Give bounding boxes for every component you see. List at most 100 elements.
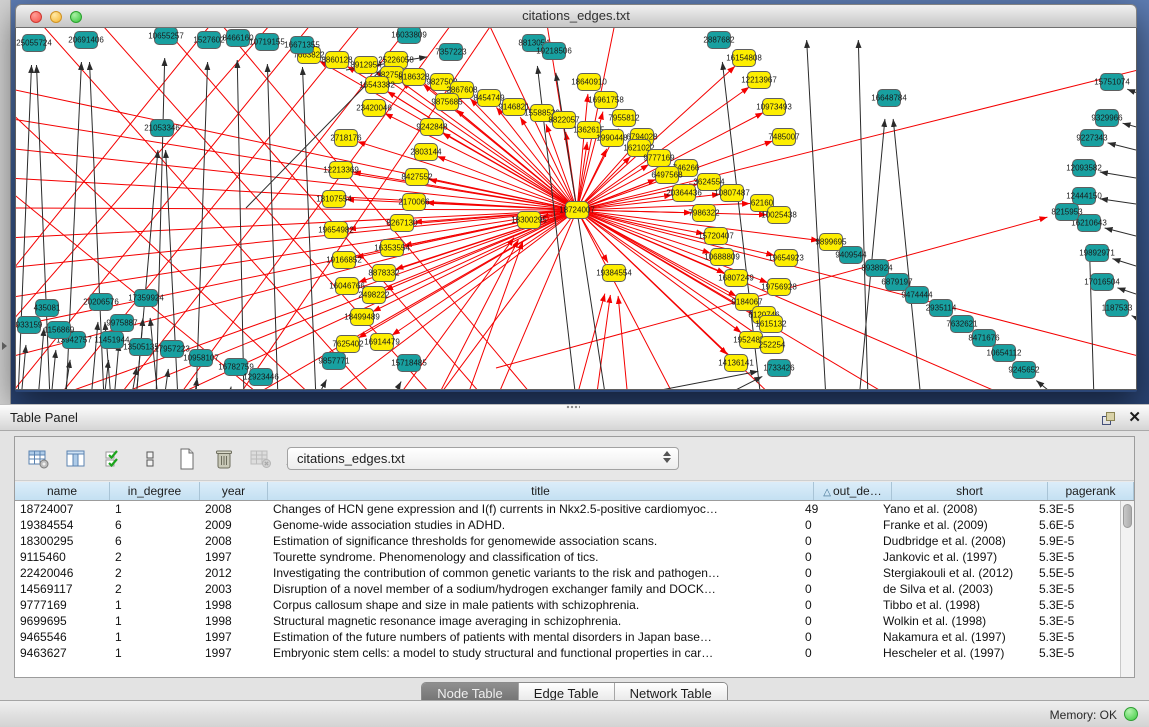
table-row[interactable]: 1830029562008Estimation of significance … bbox=[15, 533, 1120, 549]
graph-node[interactable]: 252254 bbox=[759, 337, 786, 354]
graph-node[interactable]: 15718485 bbox=[391, 355, 427, 372]
close-panel-icon[interactable]: ✕ bbox=[1128, 409, 1141, 427]
graph-node[interactable]: 435081 bbox=[34, 300, 61, 317]
table-row[interactable]: 911546021997Tourette syndrome. Phenomeno… bbox=[15, 549, 1120, 565]
graph-node[interactable]: 6497568 bbox=[651, 167, 683, 184]
graph-node[interactable]: 7485007 bbox=[768, 129, 800, 146]
float-panel-icon[interactable] bbox=[1101, 411, 1116, 426]
graph-node[interactable]: 8427552 bbox=[401, 169, 433, 186]
graph-node[interactable]: 25226058 bbox=[378, 52, 414, 69]
graph-node[interactable]: 1527602 bbox=[193, 32, 225, 49]
graph-node[interactable]: 20691406 bbox=[68, 32, 104, 49]
graph-node[interactable]: 1615132 bbox=[755, 316, 787, 333]
graph-node[interactable]: 8186328 bbox=[398, 69, 430, 86]
row-height-icon[interactable] bbox=[138, 447, 162, 471]
graph-node[interactable]: 10719155 bbox=[249, 34, 285, 51]
graph-node[interactable]: 12444150 bbox=[1066, 188, 1102, 205]
network-nodes[interactable]: 1872400776638228860128891295425226058982… bbox=[16, 28, 1133, 386]
graph-node[interactable]: 2935114 bbox=[926, 300, 957, 317]
graph-node[interactable]: 19756928 bbox=[761, 279, 797, 296]
graph-node[interactable]: 9245652 bbox=[1008, 362, 1040, 379]
graph-node[interactable]: 9875685 bbox=[431, 94, 463, 111]
table-row[interactable]: 969969511998Structural magnetic resonanc… bbox=[15, 613, 1120, 629]
table-row[interactable]: 1872400712008Changes of HCN gene express… bbox=[15, 501, 1120, 517]
graph-node[interactable]: 2887682 bbox=[703, 32, 735, 49]
graph-node[interactable]: 14136141 bbox=[718, 355, 754, 372]
graph-node[interactable]: 7632621 bbox=[946, 316, 978, 333]
graph-node[interactable]: 10654112 bbox=[987, 345, 1023, 362]
network-canvas[interactable]: 1872400776638228860128891295425226058982… bbox=[15, 28, 1137, 390]
graph-node[interactable]: 7625402 bbox=[332, 336, 364, 353]
citation-network-graph[interactable]: 1872400776638228860128891295425226058982… bbox=[16, 28, 1136, 390]
column-header-year[interactable]: year bbox=[200, 482, 268, 500]
create-table-icon[interactable] bbox=[175, 447, 199, 471]
close-window-button[interactable] bbox=[30, 11, 42, 23]
graph-node[interactable]: 16033809 bbox=[391, 28, 427, 44]
graph-node[interactable]: 16961758 bbox=[588, 92, 624, 109]
graph-node[interactable]: 18107554 bbox=[316, 191, 352, 208]
graph-node[interactable]: 25055724 bbox=[16, 35, 52, 52]
graph-node[interactable]: 8471676 bbox=[968, 330, 1000, 347]
graph-node[interactable]: 9777169 bbox=[643, 150, 675, 167]
graph-node[interactable]: 1156869 bbox=[44, 322, 75, 339]
column-header-name[interactable]: name bbox=[15, 482, 110, 500]
table-row[interactable]: 2242004622012Investigating the contribut… bbox=[15, 565, 1120, 581]
graph-node[interactable]: 19654923 bbox=[768, 250, 804, 267]
graph-node[interactable]: 16648784 bbox=[871, 90, 907, 107]
graph-node[interactable]: 15751074 bbox=[1094, 74, 1130, 91]
table-vertical-scrollbar[interactable] bbox=[1120, 501, 1134, 677]
column-header-in_degree[interactable]: in_degree bbox=[110, 482, 200, 500]
scrollbar-thumb[interactable] bbox=[1123, 504, 1132, 528]
column-header-out_de[interactable]: △out_de… bbox=[814, 482, 892, 500]
column-header-short[interactable]: short bbox=[892, 482, 1048, 500]
graph-node[interactable]: 8267130 bbox=[386, 215, 418, 232]
graph-node[interactable]: 2170066 bbox=[398, 194, 430, 211]
table-row[interactable]: 946362711997Embryonic stem cells: a mode… bbox=[15, 645, 1120, 661]
graph-node[interactable]: 16353554 bbox=[374, 240, 410, 257]
graph-node[interactable]: 1187533 bbox=[1102, 300, 1133, 317]
graph-node[interactable]: 12213967 bbox=[741, 72, 777, 89]
graph-node[interactable]: 9474444 bbox=[901, 287, 933, 304]
graph-node[interactable]: 15720407 bbox=[698, 228, 734, 245]
graph-node[interactable]: 9227343 bbox=[1076, 130, 1108, 147]
graph-node[interactable]: 19892971 bbox=[1079, 245, 1115, 262]
graph-node[interactable]: 20206576 bbox=[83, 294, 119, 311]
minimize-window-button[interactable] bbox=[50, 11, 62, 23]
delete-rows-icon[interactable] bbox=[212, 447, 236, 471]
table-mode-icon[interactable] bbox=[27, 447, 51, 471]
graph-node[interactable]: 9242848 bbox=[416, 119, 448, 136]
memory-ok-indicator-icon[interactable] bbox=[1124, 707, 1138, 721]
graph-node[interactable]: 9329966 bbox=[1091, 110, 1123, 127]
graph-node[interactable]: 20364436 bbox=[666, 185, 702, 202]
table-row[interactable]: 1456911722003Disruption of a novel membe… bbox=[15, 581, 1120, 597]
graph-node[interactable]: 8215953 bbox=[1051, 204, 1083, 221]
control-panel-collapsed-strip[interactable] bbox=[0, 0, 11, 404]
graph-node[interactable]: 1733426 bbox=[763, 360, 795, 377]
expand-panel-arrow-icon[interactable] bbox=[2, 342, 7, 350]
select-columns-icon[interactable] bbox=[101, 447, 125, 471]
graph-node[interactable]: 16154808 bbox=[726, 50, 762, 67]
graph-node[interactable]: 10655257 bbox=[148, 28, 184, 45]
graph-node[interactable]: 933159 bbox=[16, 317, 43, 334]
graph-node[interactable]: 8860128 bbox=[321, 52, 353, 69]
graph-node[interactable]: 7955812 bbox=[608, 110, 640, 127]
table-row[interactable]: 946554611997Estimation of the future num… bbox=[15, 629, 1120, 645]
graph-node[interactable]: 17016504 bbox=[1084, 274, 1120, 291]
graph-node[interactable]: 9975887 bbox=[106, 315, 138, 332]
graph-node[interactable]: 2718176 bbox=[330, 130, 362, 147]
table-selector-dropdown[interactable]: citations_edges.txt bbox=[287, 447, 679, 470]
graph-node[interactable]: 9409544 bbox=[835, 247, 867, 264]
graph-node[interactable]: 12093582 bbox=[1066, 160, 1102, 177]
table-row[interactable]: 977716911998Corpus callosum shape and si… bbox=[15, 597, 1120, 613]
graph-node[interactable]: 19384554 bbox=[596, 265, 632, 282]
network-window-titlebar[interactable]: citations_edges.txt bbox=[15, 4, 1137, 28]
table-row[interactable]: 1938455462009Genome-wide association stu… bbox=[15, 517, 1120, 533]
table-header-row[interactable]: namein_degreeyeartitle△out_de…shortpager… bbox=[15, 482, 1134, 501]
graph-node[interactable]: 12213369 bbox=[323, 162, 359, 179]
graph-node[interactable]: 19166852 bbox=[326, 252, 362, 269]
table-body[interactable]: 1872400712008Changes of HCN gene express… bbox=[15, 501, 1120, 677]
graph-node[interactable]: 8878332 bbox=[368, 265, 400, 282]
table-panel-header[interactable]: Table Panel ✕ bbox=[0, 404, 1149, 431]
column-header-pagerank[interactable]: pagerank bbox=[1048, 482, 1134, 500]
panel-resize-grip[interactable] bbox=[566, 405, 580, 409]
